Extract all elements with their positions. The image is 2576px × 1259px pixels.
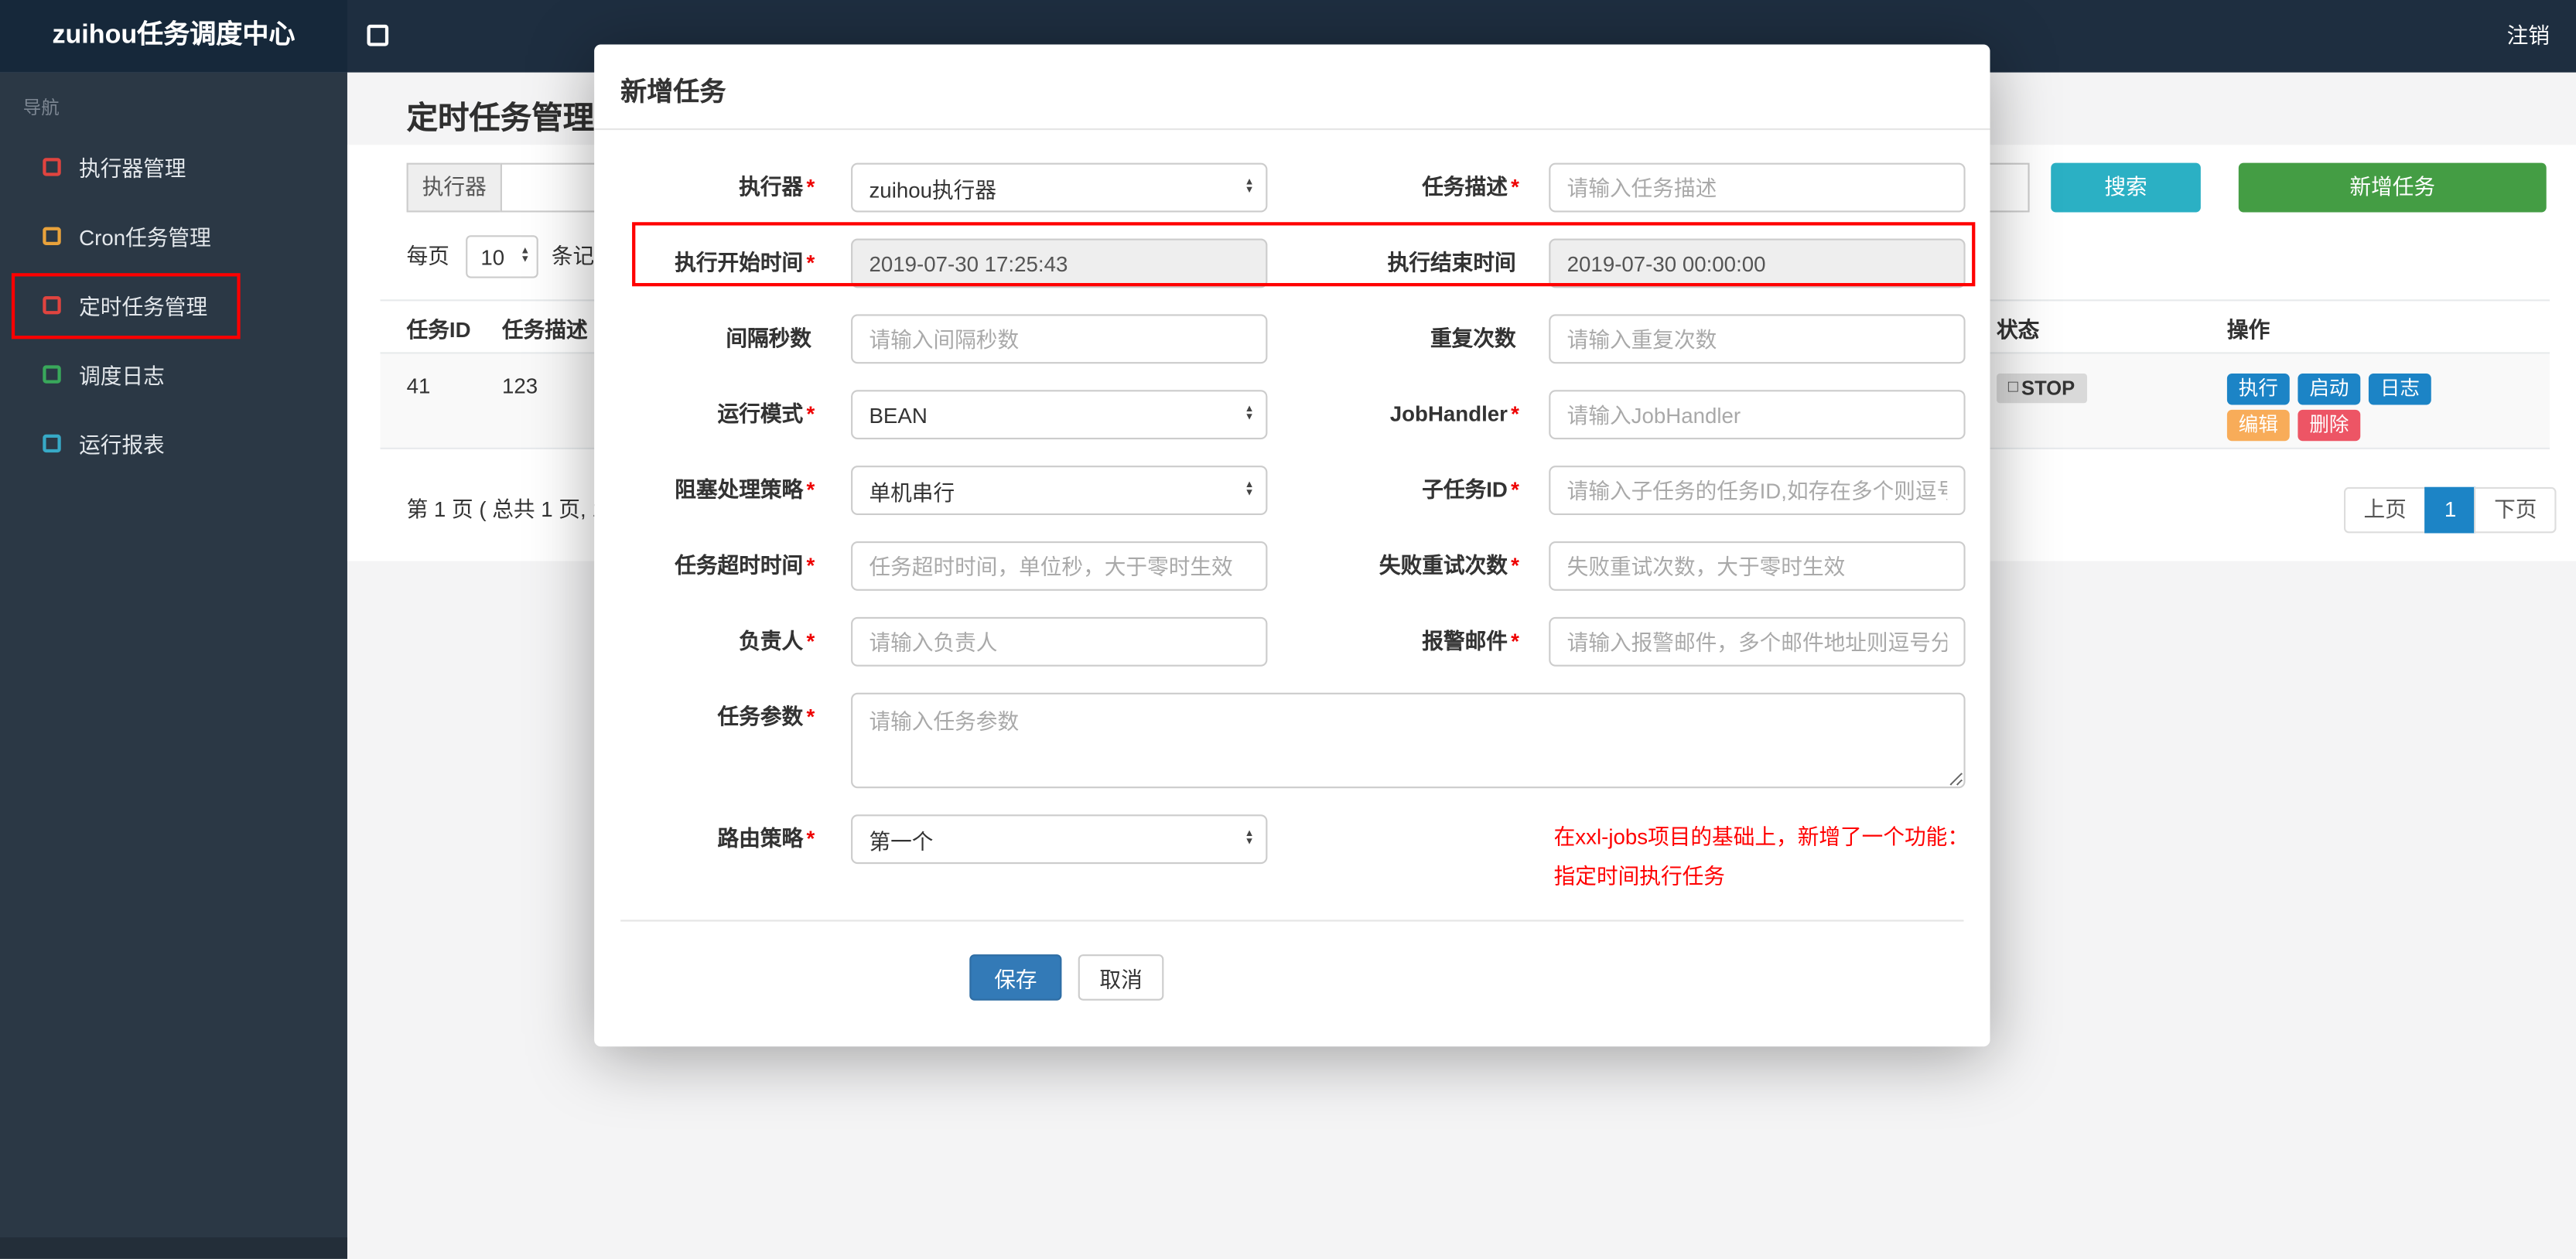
sidebar-item-timed-task[interactable]: 定时任务管理 [0, 270, 347, 339]
owner-label: 负责人 * [739, 628, 815, 653]
square-outline-icon [43, 433, 61, 452]
route-strategy-select[interactable]: 第一个 ▲ ▼ [851, 814, 1268, 865]
status-badge: □ STOP [1997, 374, 2087, 404]
logout-link[interactable]: 注销 [2507, 0, 2550, 73]
repeat-count-input[interactable] [1549, 314, 1966, 364]
per-page-label: 每页 [406, 243, 449, 268]
sidebar-toggle-icon[interactable] [367, 24, 389, 46]
delete-button[interactable]: 删除 [2298, 409, 2361, 442]
col-header-status: 状态 [1997, 317, 2040, 343]
sidebar-item-executor-manage[interactable]: 执行器管理 [0, 131, 347, 200]
jobhandler-input[interactable] [1549, 390, 1966, 440]
interval-input[interactable] [851, 314, 1268, 364]
select-stepper-icon: ▲ ▼ [520, 247, 531, 265]
interval-label: 间隔秒数 [726, 326, 812, 351]
prev-page-button[interactable]: 上页 [2343, 486, 2427, 534]
next-page-button[interactable]: 下页 [2474, 486, 2557, 534]
nav-section-label: 导航 [22, 98, 60, 119]
execute-button[interactable]: 执行 [2226, 374, 2290, 405]
sidebar-item-cron-task[interactable]: Cron任务管理 [0, 201, 347, 270]
run-mode-select[interactable]: BEAN ▲ ▼ [851, 390, 1268, 440]
timeout-label: 任务超时时间 * [675, 552, 815, 578]
jobhandler-label: JobHandler * [1389, 401, 1519, 427]
start-time-label: 执行开始时间 * [675, 250, 815, 275]
timeout-input[interactable] [851, 541, 1268, 591]
sidebar-item-label: 运行报表 [79, 432, 165, 457]
start-button[interactable]: 启动 [2298, 374, 2361, 405]
block-strategy-label: 阻塞处理策略 * [675, 477, 815, 502]
block-strategy-select[interactable]: 单机串行 ▲ ▼ [851, 466, 1268, 516]
sidebar-item-dispatch-log[interactable]: 调度日志 [0, 339, 347, 408]
start-time-input[interactable] [851, 238, 1268, 288]
col-header-actions: 操作 [2226, 317, 2270, 343]
sidebar-item-label: 执行器管理 [79, 155, 186, 180]
records-suffix-label: 条记 [551, 243, 595, 268]
pagination-summary: 第 1 页 ( 总共 1 页, 1 [406, 496, 604, 522]
alarm-email-input[interactable] [1549, 616, 1966, 667]
task-desc-label: 任务描述 * [1422, 174, 1519, 200]
stop-square-icon: □ [2007, 378, 2018, 397]
square-outline-icon [43, 157, 61, 176]
log-button[interactable]: 日志 [2368, 374, 2431, 405]
run-mode-label: 运行模式 * [717, 401, 815, 427]
search-button[interactable]: 搜索 [2051, 162, 2201, 213]
select-stepper-icon: ▲ ▼ [1244, 480, 1255, 499]
feature-note: 在xxl-jobs项目的基础上，新增了一个功能： 指定时间执行任务 [1553, 824, 1970, 889]
col-header-task-id: 任务ID [406, 317, 471, 343]
page-1-button[interactable]: 1 [2424, 486, 2476, 534]
pagination: 上页 1 下页 [2343, 486, 2557, 534]
select-stepper-icon: ▲ ▼ [1244, 177, 1255, 196]
square-outline-icon [43, 226, 61, 244]
alarm-email-label: 报警邮件 * [1422, 628, 1519, 653]
select-stepper-icon: ▲ ▼ [1244, 829, 1255, 848]
add-task-button[interactable]: 新增任务 [2238, 162, 2547, 213]
end-time-label: 执行结束时间 [1387, 250, 1516, 275]
cell-task-desc: 123 [501, 374, 538, 398]
sidebar-footer [0, 1237, 347, 1259]
select-stepper-icon: ▲ ▼ [1244, 404, 1255, 423]
executor-label: 执行器 * [739, 174, 815, 200]
sidebar-item-label: 定时任务管理 [79, 293, 208, 319]
modal-footer-divider [620, 920, 1964, 922]
app-window: zuihou任务调度中心 注销 导航 执行器管理 Cron任务管理 定时任务管理… [0, 0, 2576, 1259]
task-params-label: 任务参数 * [717, 704, 815, 729]
col-header-task-desc: 任务描述 [501, 317, 588, 343]
status-text: STOP [2021, 377, 2075, 401]
child-task-input[interactable] [1549, 466, 1966, 516]
add-task-form: 执行器* zuihou执行器 ▲▼ 任务描述* 执行开始时间* 执行结束时间 间… [594, 130, 1990, 889]
retry-count-input[interactable] [1549, 541, 1966, 591]
modal-title: 新增任务 [620, 79, 726, 107]
route-strategy-label: 路由策略 * [717, 826, 815, 851]
task-desc-input[interactable] [1549, 162, 1966, 213]
executor-select[interactable]: zuihou执行器 ▲ ▼ [851, 162, 1268, 213]
brand-title: zuihou任务调度中心 [0, 0, 347, 73]
repeat-count-label: 重复次数 [1430, 326, 1516, 351]
add-task-modal: 新增任务 执行器* zuihou执行器 ▲▼ 任务描述* 执行开始时间* 执行结… [594, 44, 1990, 1047]
sidebar: 导航 执行器管理 Cron任务管理 定时任务管理 调度日志 运行报表 [0, 72, 347, 1259]
row-actions-line2: 编辑 删除 [2226, 409, 2361, 442]
sidebar-item-run-report[interactable]: 运行报表 [0, 408, 347, 477]
owner-input[interactable] [851, 616, 1268, 667]
executor-filter-addon: 执行器 [406, 162, 502, 213]
square-outline-icon [43, 364, 61, 383]
row-actions-line1: 执行 启动 日志 [2226, 374, 2431, 405]
retry-count-label: 失败重试次数 * [1379, 552, 1519, 578]
modal-footer: 保存 取消 [969, 954, 1990, 1001]
task-params-textarea[interactable] [851, 692, 1966, 789]
end-time-input[interactable] [1549, 238, 1966, 288]
page-title: 定时任务管理 [406, 101, 595, 137]
save-button[interactable]: 保存 [969, 954, 1062, 1001]
square-outline-icon [43, 295, 61, 314]
page-size-value: 10 [480, 244, 505, 269]
child-task-label: 子任务ID * [1422, 477, 1519, 502]
cancel-button[interactable]: 取消 [1078, 954, 1164, 1001]
sidebar-item-label: Cron任务管理 [79, 224, 211, 250]
sidebar-item-label: 调度日志 [79, 363, 165, 388]
edit-button[interactable]: 编辑 [2226, 409, 2290, 442]
page-size-select[interactable]: 10 ▲ ▼ [466, 235, 538, 278]
cell-task-id: 41 [406, 374, 431, 398]
